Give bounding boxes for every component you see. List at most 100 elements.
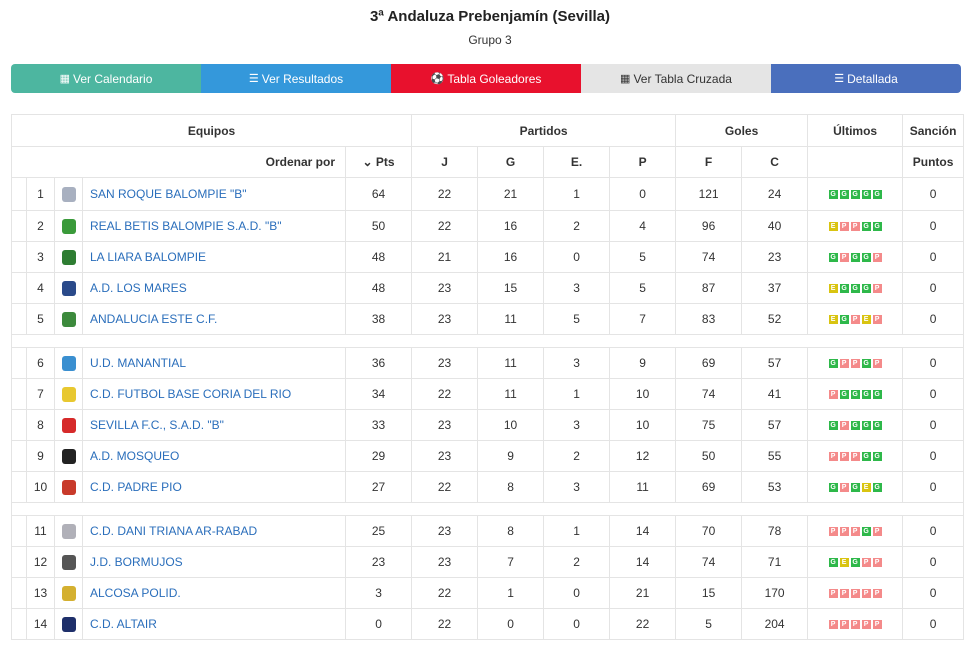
table-row: 14 C.D. ALTAIR 0 22 0 0 22 5 204 P P P P P 0: [11, 608, 965, 640]
form-badge: P: [839, 421, 849, 431]
team-name-link[interactable]: ALCOSA POLID.: [82, 577, 346, 609]
lost-cell: 21: [609, 577, 677, 609]
form-badge: G: [861, 452, 871, 462]
form-badge: G: [839, 390, 849, 400]
lost-cell: 10: [609, 409, 677, 441]
form-badge: G: [861, 284, 871, 294]
drawn-cell: 1: [543, 177, 611, 211]
position-cell: 3: [26, 241, 55, 273]
played-cell: 23: [411, 303, 479, 335]
team-name-link[interactable]: LA LIARA BALOMPIE: [82, 241, 346, 273]
points-cell: 38: [344, 303, 413, 335]
points-cell: 27: [344, 471, 413, 503]
form-badge: G: [861, 390, 871, 400]
form-badge: P: [839, 222, 849, 232]
form-badge: P: [839, 483, 849, 493]
goals-for-cell: 74: [675, 241, 743, 273]
header-sancion: Sanción: [902, 114, 965, 147]
points-cell: 29: [344, 440, 413, 472]
drawn-cell: 3: [543, 471, 611, 503]
header-j: J: [411, 146, 479, 178]
detail-list-icon: ☰: [834, 73, 845, 85]
form-badge: G: [839, 315, 849, 325]
header-e: E.: [543, 146, 611, 178]
form-badge: G: [872, 421, 882, 431]
position-cell: 7: [26, 378, 55, 410]
team-name-link[interactable]: J.D. BORMUJOS: [82, 546, 346, 578]
cross-table-button-label: Ver Tabla Cruzada: [633, 71, 732, 86]
form-badge: G: [850, 190, 860, 200]
crest-cell: [54, 440, 83, 472]
calendar-button[interactable]: ▦ Ver Calendario: [11, 64, 201, 93]
team-name-link[interactable]: C.D. DANI TRIANA AR-RABAD: [82, 515, 346, 547]
position-cell: 5: [26, 303, 55, 335]
cross-table-button[interactable]: ▦ Ver Tabla Cruzada: [581, 64, 771, 93]
form-badge: P: [872, 284, 882, 294]
page-title: 3ª Andaluza Prebenjamín (Sevilla): [369, 8, 611, 25]
team-crest-icon: [61, 448, 76, 464]
team-name-link[interactable]: SEVILLA F.C., S.A.D. "B": [82, 409, 346, 441]
won-cell: 1: [477, 577, 545, 609]
played-cell: 22: [411, 210, 479, 242]
won-cell: 9: [477, 440, 545, 472]
table-row: 2 REAL BETIS BALOMPIE S.A.D. "B" 50 22 16 2 4 9…: [11, 210, 965, 242]
results-button[interactable]: ☰ Ver Resultados: [201, 64, 391, 93]
points-cell: 3: [344, 577, 413, 609]
row-gutter: [11, 378, 27, 410]
form-badge: G: [850, 483, 860, 493]
team-crest-icon: [61, 186, 76, 202]
team-crest-icon: [61, 355, 76, 371]
team-name-link[interactable]: A.D. MOSQUEO: [82, 440, 346, 472]
goals-for-cell: 87: [675, 272, 743, 304]
row-gutter: [11, 210, 27, 242]
team-name-link[interactable]: SAN ROQUE BALOMPIE "B": [82, 177, 346, 211]
detailed-button-label: Detallada: [847, 71, 898, 86]
detailed-button[interactable]: ☰ Detallada: [771, 64, 961, 93]
team-name-link[interactable]: C.D. PADRE PIO: [82, 471, 346, 503]
calendar-button-label: Ver Calendario: [73, 71, 153, 86]
team-name-link[interactable]: U.D. MANANTIAL: [82, 347, 346, 379]
sort-points-header[interactable]: ⌄ Pts: [344, 146, 413, 178]
goals-against-cell: 71: [741, 546, 809, 578]
form-badge: P: [839, 452, 849, 462]
table-row: 6 U.D. MANANTIAL 36 23 11 3 9 69 57 G P P G P 0: [11, 347, 965, 379]
header-c: C: [741, 146, 809, 178]
recent-form-cell: PPPPP: [807, 577, 904, 609]
won-cell: 16: [477, 210, 545, 242]
form-badge: G: [839, 190, 849, 200]
team-name-link[interactable]: REAL BETIS BALOMPIE S.A.D. "B": [82, 210, 346, 242]
form-badge: P: [828, 390, 838, 400]
won-cell: 8: [477, 515, 545, 547]
goals-for-cell: 5: [675, 608, 743, 640]
form-badge: E: [861, 315, 871, 325]
team-name-link[interactable]: A.D. LOS MARES: [82, 272, 346, 304]
list-icon: ☰: [248, 73, 259, 85]
scorers-button[interactable]: ⚽ Tabla Goleadores: [391, 64, 581, 93]
form-badge: P: [861, 620, 871, 630]
points-cell: 48: [344, 241, 413, 273]
form-badge: P: [850, 315, 860, 325]
form-badge: G: [861, 253, 871, 263]
form-badge: P: [828, 527, 838, 537]
header-form-empty: [807, 146, 904, 178]
table-row: 11 C.D. DANI TRIANA AR-RABAD 25 23 8 1 14 70 78 P…: [11, 515, 965, 547]
won-cell: 7: [477, 546, 545, 578]
team-name-link[interactable]: ANDALUCIA ESTE C.F.: [82, 303, 346, 335]
goals-against-cell: 204: [741, 608, 809, 640]
team-name-link[interactable]: C.D. ALTAIR: [82, 608, 346, 640]
form-badge: E: [861, 483, 871, 493]
form-badge: P: [839, 253, 849, 263]
header-ultimos: Últimos: [807, 114, 904, 147]
position-cell: 8: [26, 409, 55, 441]
points-cell: 50: [344, 210, 413, 242]
crest-cell: [54, 577, 83, 609]
form-badge: G: [861, 222, 871, 232]
team-crest-icon: [61, 386, 76, 402]
team-crest-icon: [61, 616, 76, 632]
team-name-link[interactable]: C.D. FUTBOL BASE CORIA DEL RIO: [82, 378, 346, 410]
team-crest-icon: [61, 523, 76, 539]
row-gutter: [11, 409, 27, 441]
goals-for-cell: 15: [675, 577, 743, 609]
table-row: 1 SAN ROQUE BALOMPIE "B" 64 22 21 1 0 121 24 G G G G…: [11, 177, 965, 211]
drawn-cell: 3: [543, 272, 611, 304]
